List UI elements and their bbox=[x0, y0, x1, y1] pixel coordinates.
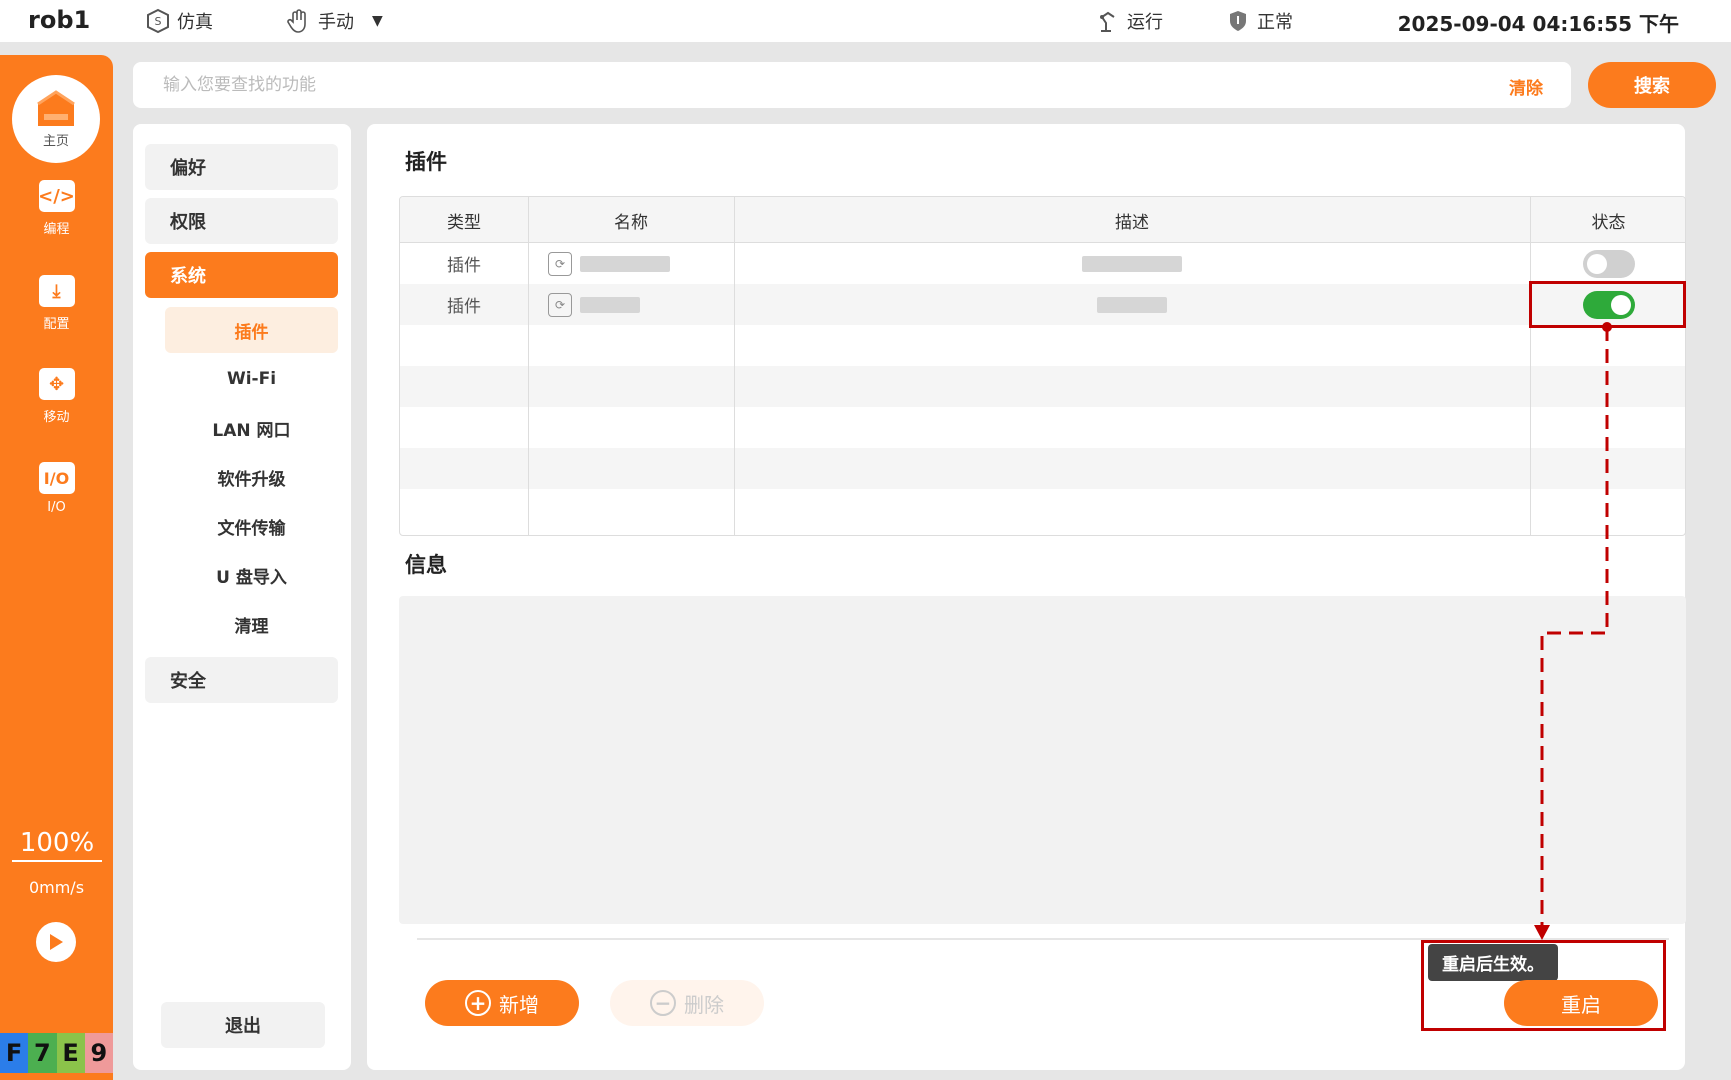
minus-circle-icon: − bbox=[650, 990, 676, 1016]
column-header-name[interactable]: 名称 bbox=[528, 197, 734, 243]
row-status bbox=[1530, 243, 1685, 284]
nav-io[interactable]: I/O I/O bbox=[0, 462, 113, 515]
search-bar: 清除 bbox=[133, 62, 1571, 108]
add-button[interactable]: + 新增 bbox=[425, 980, 579, 1026]
column-divider bbox=[528, 197, 529, 535]
key-indicators: F 7 E 9 bbox=[0, 1033, 113, 1073]
io-icon: I/O bbox=[38, 462, 75, 494]
table-row-empty bbox=[400, 448, 1685, 489]
shield-icon bbox=[1225, 8, 1251, 34]
plugins-title: 插件 bbox=[405, 150, 447, 174]
menu-sub-software-upgrade[interactable]: 软件升级 bbox=[165, 454, 338, 500]
safety-status: 正常 bbox=[1225, 8, 1293, 34]
sim-mode-label: 仿真 bbox=[177, 12, 213, 33]
menu-preferences[interactable]: 偏好 bbox=[145, 144, 338, 190]
plugin-file-icon: ⟳ bbox=[548, 251, 572, 276]
column-header-type[interactable]: 类型 bbox=[400, 197, 528, 243]
table-row[interactable]: 插件 ⟳ bbox=[400, 243, 1685, 284]
restart-highlight-box bbox=[1421, 940, 1666, 1031]
table-row-empty bbox=[400, 407, 1685, 448]
exit-button[interactable]: 退出 bbox=[161, 1002, 325, 1048]
nav-move-label: 移动 bbox=[43, 410, 70, 425]
nav-move[interactable]: ✥ 移动 bbox=[0, 368, 113, 425]
menu-permissions[interactable]: 权限 bbox=[145, 198, 338, 244]
simulation-icon: S bbox=[145, 8, 171, 34]
plugins-table: 类型 名称 描述 状态 插件 ⟳ 插件 ⟳ bbox=[399, 196, 1686, 536]
chevron-down-icon: ▼ bbox=[372, 13, 383, 29]
code-icon: </> bbox=[38, 180, 75, 212]
sim-mode-indicator[interactable]: S 仿真 bbox=[145, 8, 213, 34]
row-description bbox=[734, 243, 1530, 284]
home-label: 主页 bbox=[42, 133, 69, 149]
column-divider bbox=[734, 197, 735, 535]
safety-status-label: 正常 bbox=[1257, 12, 1293, 33]
plugin-file-icon: ⟳ bbox=[548, 292, 572, 317]
table-row[interactable]: 插件 ⟳ bbox=[400, 284, 1685, 325]
row-name: ⟳ bbox=[528, 284, 734, 325]
run-status-label: 运行 bbox=[1127, 12, 1163, 33]
clear-button[interactable]: 清除 bbox=[1509, 74, 1543, 99]
menu-sub-wifi[interactable]: Wi-Fi bbox=[165, 356, 338, 402]
menu-sub-cleanup[interactable]: 清理 bbox=[165, 601, 338, 647]
key-7: 7 bbox=[28, 1033, 57, 1073]
column-header-status[interactable]: 状态 bbox=[1530, 197, 1685, 243]
key-f: F bbox=[0, 1033, 29, 1073]
menu-sub-plugins[interactable]: 插件 bbox=[165, 307, 338, 353]
nav-configuration-label: 配置 bbox=[43, 317, 70, 332]
settings-menu: 偏好 权限 系统 插件 Wi-Fi LAN 网口 软件升级 文件传输 U 盘导入… bbox=[133, 124, 351, 1070]
download-icon: ⤓ bbox=[38, 275, 75, 307]
datetime-display: 2025-09-04 04:16:55 下午 bbox=[1397, 12, 1679, 36]
hand-icon bbox=[286, 8, 312, 34]
top-bar: rob1 S 仿真 手动 ▼ 运行 正常 2025-09-04 04:16:55… bbox=[0, 0, 1731, 42]
row-name: ⟳ bbox=[528, 243, 734, 284]
delete-button[interactable]: − 删除 bbox=[610, 980, 764, 1026]
table-row-empty bbox=[400, 325, 1685, 366]
add-label: 新增 bbox=[499, 992, 539, 1017]
row-description bbox=[734, 284, 1530, 325]
nav-programming[interactable]: </> 编程 bbox=[0, 180, 113, 237]
speed-value: 0mm/s bbox=[28, 878, 85, 897]
delete-label: 删除 bbox=[684, 992, 724, 1017]
plugin-toggle-off[interactable] bbox=[1582, 249, 1635, 278]
table-row-empty bbox=[400, 366, 1685, 407]
redacted-name bbox=[580, 255, 670, 272]
toggle-highlight-box bbox=[1529, 281, 1686, 328]
search-button[interactable]: 搜索 bbox=[1588, 62, 1716, 108]
menu-system[interactable]: 系统 bbox=[145, 252, 338, 298]
svg-text:S: S bbox=[155, 15, 162, 28]
nav-configuration[interactable]: ⤓ 配置 bbox=[0, 275, 113, 332]
play-icon bbox=[50, 934, 63, 950]
main-sidebar: 主页 </> 编程 ⤓ 配置 ✥ 移动 I/O I/O 100% 0mm/s F… bbox=[0, 55, 113, 1080]
redacted-description bbox=[1097, 296, 1167, 313]
manual-mode-label: 手动 bbox=[318, 12, 354, 33]
menu-sub-file-transfer[interactable]: 文件传输 bbox=[165, 503, 338, 549]
speed-percent[interactable]: 100% bbox=[12, 828, 102, 862]
home-button[interactable]: 主页 bbox=[12, 75, 100, 163]
menu-sub-usb-import[interactable]: U 盘导入 bbox=[165, 552, 338, 598]
menu-sub-lan[interactable]: LAN 网口 bbox=[165, 405, 338, 451]
run-status: 运行 bbox=[1095, 8, 1163, 34]
column-divider bbox=[1530, 197, 1531, 535]
row-type: 插件 bbox=[447, 297, 481, 317]
robot-arm-icon bbox=[1095, 8, 1121, 34]
play-button[interactable] bbox=[36, 922, 76, 962]
robot-name: rob1 bbox=[28, 6, 91, 34]
menu-safety[interactable]: 安全 bbox=[145, 657, 338, 703]
move-arrows-icon: ✥ bbox=[38, 368, 75, 400]
plus-circle-icon: + bbox=[465, 990, 491, 1016]
home-icon bbox=[37, 89, 75, 126]
search-input[interactable] bbox=[163, 70, 1463, 100]
info-area bbox=[399, 596, 1686, 924]
nav-io-label: I/O bbox=[47, 500, 66, 515]
key-9: 9 bbox=[84, 1033, 113, 1073]
key-e: E bbox=[56, 1033, 85, 1073]
redacted-name bbox=[580, 296, 640, 313]
row-type: 插件 bbox=[447, 256, 481, 276]
nav-programming-label: 编程 bbox=[43, 222, 70, 237]
info-title: 信息 bbox=[405, 553, 447, 577]
redacted-description bbox=[1082, 255, 1182, 272]
column-header-description[interactable]: 描述 bbox=[734, 197, 1530, 243]
plugins-panel: 插件 类型 名称 描述 状态 插件 ⟳ 插件 ⟳ 信息 + 新增 − 删除 重启… bbox=[367, 124, 1686, 1070]
manual-mode-dropdown[interactable]: 手动 ▼ bbox=[286, 8, 383, 34]
